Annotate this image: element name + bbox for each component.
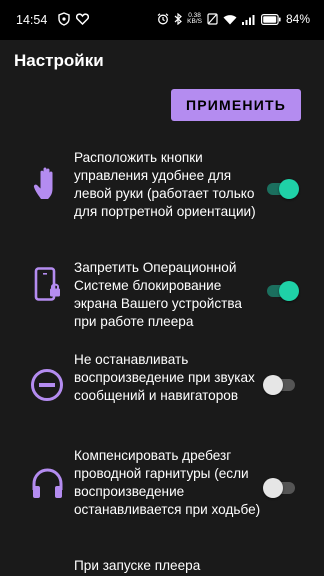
heart-status-icon bbox=[76, 13, 89, 25]
status-right-icons: 0.38 KB/S 84% bbox=[157, 12, 310, 26]
network-speed-unit: KB/S bbox=[187, 18, 202, 25]
setting-toggle[interactable] bbox=[263, 478, 299, 498]
battery-icon bbox=[260, 13, 281, 25]
setting-no-pause-on-notifications[interactable]: Не останавливать воспроизведение при зву… bbox=[0, 351, 324, 423]
setting-left-hand-controls[interactable]: Расположить кнопки управления удобнее дл… bbox=[0, 149, 324, 239]
toggle-thumb bbox=[263, 478, 283, 498]
status-bar: 14:54 0.38 KB/S 84% bbox=[0, 0, 324, 40]
wifi-icon bbox=[223, 14, 237, 24]
setting-toggle[interactable] bbox=[263, 281, 299, 301]
sim-crossed-icon bbox=[207, 13, 218, 25]
status-time: 14:54 bbox=[16, 13, 48, 27]
setting-label: При запуске плеера bbox=[74, 558, 201, 573]
setting-toggle[interactable] bbox=[263, 179, 299, 199]
no-entry-icon bbox=[31, 369, 63, 401]
setting-on-player-start[interactable]: При запуске плеера bbox=[0, 557, 324, 576]
setting-keep-screen-on[interactable]: Запретить Операционной Системе блокирова… bbox=[0, 259, 324, 331]
headphones-icon bbox=[32, 468, 63, 498]
battery-percent: 84% bbox=[285, 12, 310, 26]
phone-lock-icon bbox=[34, 267, 60, 301]
toggle-thumb bbox=[263, 375, 283, 395]
setting-headset-debounce[interactable]: Компенсировать дребезг проводной гарниту… bbox=[0, 447, 324, 537]
toggle-thumb bbox=[279, 281, 299, 301]
setting-label: Расположить кнопки управления удобнее дл… bbox=[74, 150, 256, 219]
setting-label: Запретить Операционной Системе блокирова… bbox=[74, 260, 242, 329]
setting-label: Не останавливать воспроизведение при зву… bbox=[74, 352, 255, 403]
setting-toggle[interactable] bbox=[263, 375, 299, 395]
apply-button[interactable]: ПРИМЕНИТЬ bbox=[171, 89, 301, 121]
bluetooth-icon bbox=[174, 13, 183, 25]
signal-icon bbox=[241, 14, 255, 25]
alarm-icon bbox=[157, 13, 169, 25]
page-title: Настройки bbox=[14, 51, 104, 70]
network-speed: 0.38 KB/S bbox=[187, 12, 202, 26]
status-left-icons bbox=[58, 12, 89, 26]
shield-status-icon bbox=[58, 12, 70, 26]
toggle-thumb bbox=[279, 179, 299, 199]
setting-label: Компенсировать дребезг проводной гарниту… bbox=[74, 448, 261, 517]
hand-icon bbox=[33, 167, 53, 199]
